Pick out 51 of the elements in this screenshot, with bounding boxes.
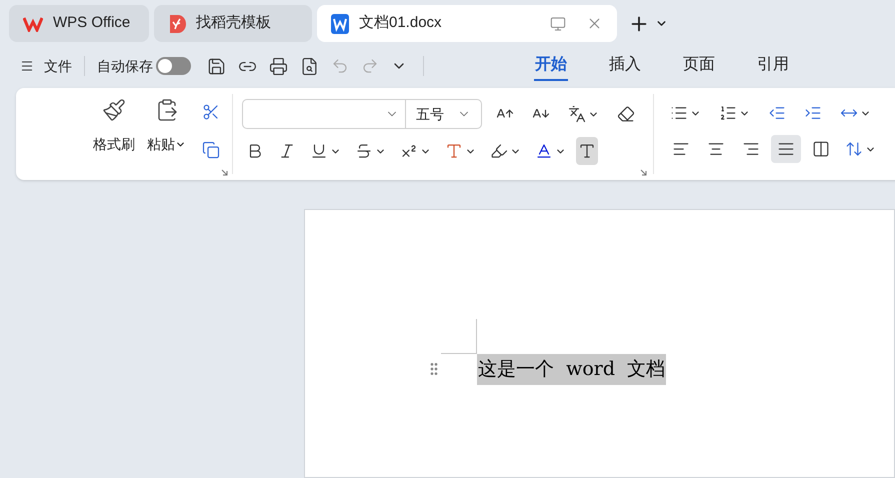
eraser-icon — [617, 105, 635, 123]
tab-label: 文档01.docx — [359, 13, 442, 34]
text-boundary-mark — [441, 319, 477, 354]
strikethrough-icon — [355, 142, 373, 160]
text-effect-icon — [445, 142, 463, 160]
tab-label: 找稻壳模板 — [196, 13, 271, 34]
underline-icon — [310, 142, 328, 160]
align-right-icon — [742, 140, 760, 158]
ribbon-tab[interactable]: 引用 — [756, 51, 790, 81]
toolbar-button[interactable] — [576, 137, 598, 165]
file-menu-button[interactable]: 文件 — [20, 56, 72, 76]
ribbon-tab[interactable]: 插入 — [608, 51, 642, 81]
tab-label: WPS Office — [53, 13, 130, 34]
phonetic-guide-icon — [568, 105, 586, 123]
align-justify-icon — [777, 140, 795, 158]
monitor-icon[interactable] — [550, 16, 566, 32]
cut-icon — [202, 103, 220, 121]
save-icon[interactable] — [207, 56, 226, 76]
increase-indent-icon — [804, 104, 822, 122]
superscript-icon — [400, 142, 418, 160]
paste-label: 粘贴 — [147, 135, 175, 154]
ribbon-tab[interactable]: 开始 — [534, 51, 568, 81]
font-color-icon — [535, 142, 553, 160]
character-shading-icon — [578, 142, 596, 160]
numbered-list-icon — [719, 104, 737, 122]
word-doc-icon — [331, 14, 349, 34]
leaf-logo-icon — [168, 14, 186, 34]
dialog-launcher-icon[interactable] — [221, 169, 228, 176]
paintbrush-icon — [102, 98, 126, 122]
bullet-list-icon — [670, 104, 688, 122]
format-painter-button[interactable]: 格式刷 — [93, 98, 135, 180]
browser-tab[interactable]: WPS Office — [9, 5, 149, 42]
dialog-launcher-icon[interactable] — [640, 169, 647, 176]
print-preview-icon[interactable] — [300, 56, 319, 76]
align-center-icon — [707, 140, 725, 158]
autosave-toggle[interactable] — [156, 57, 191, 75]
toolbar-button[interactable] — [771, 135, 801, 163]
line-spacing-icon — [845, 140, 863, 158]
ribbon-tab[interactable]: 页面 — [682, 51, 716, 81]
decrease-indent-icon — [768, 104, 786, 122]
autosave-label: 自动保存 — [97, 56, 153, 76]
print-icon[interactable] — [269, 56, 288, 76]
align-left-icon — [672, 140, 690, 158]
browser-tab[interactable]: 找稻壳模板 — [154, 5, 312, 42]
paste-button[interactable]: 粘贴 — [147, 98, 186, 180]
menu-icon — [20, 59, 34, 73]
copy-icon — [202, 141, 220, 159]
highlighter-icon — [490, 142, 508, 160]
logo-icon — [23, 16, 43, 32]
browser-tab[interactable]: 文档01.docx — [317, 5, 617, 42]
paragraph-text: 这是一个 word 文档 — [477, 354, 666, 385]
